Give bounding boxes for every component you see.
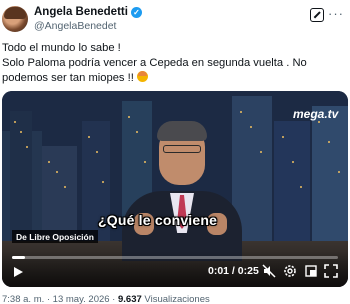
time-display: 0:01 / 0:25 xyxy=(208,265,259,277)
verified-badge-icon: ✓ xyxy=(130,6,142,18)
views-count: 9.637 xyxy=(118,294,142,304)
tweet-line-2: Solo Paloma podría vencer a Cepeda en se… xyxy=(2,56,346,86)
grok-icon[interactable] xyxy=(310,8,324,22)
video-player[interactable]: mega.tv ¿Qué le conviene De Libre Oposic… xyxy=(2,91,348,287)
avatar[interactable] xyxy=(2,6,28,32)
tweet-line-2-text: Solo Paloma podría vencer a Cepeda en se… xyxy=(2,57,307,84)
expand-icon[interactable] xyxy=(304,264,318,278)
progress-bar[interactable] xyxy=(12,256,338,259)
play-icon[interactable] xyxy=(14,267,23,277)
lower-third-text: De Libre Oposición xyxy=(16,231,94,242)
channel-logo: mega.tv xyxy=(293,107,339,121)
settings-icon[interactable] xyxy=(283,264,297,278)
tweet-line-1: Todo el mundo lo sabe ! xyxy=(2,42,121,54)
more-icon[interactable]: ··· xyxy=(328,6,344,21)
facepalm-emoji-icon xyxy=(136,71,148,82)
tweet-text: Todo el mundo lo sabe ! Solo Paloma podr… xyxy=(2,41,346,86)
video-controls: 0:01 / 0:25 xyxy=(2,251,348,287)
progress-fill xyxy=(12,256,26,259)
presenter-hair xyxy=(157,121,207,141)
author-name-row[interactable]: Angela Benedetti ✓ xyxy=(34,6,142,18)
author-name[interactable]: Angela Benedetti xyxy=(34,6,128,18)
presenter-glasses xyxy=(163,145,201,153)
mute-icon[interactable] xyxy=(262,264,276,278)
tweet-footer: 7:38 a. m. · 13 may. 2026 · 9.637 Visual… xyxy=(2,294,210,304)
views-label: Visualizaciones xyxy=(144,294,210,304)
tweet-header: Angela Benedetti ✓ @AngelaBenedet ··· xyxy=(2,4,348,34)
author-handle[interactable]: @AngelaBenedet xyxy=(34,20,116,32)
lower-third: De Libre Oposición xyxy=(12,230,98,243)
fullscreen-icon[interactable] xyxy=(324,264,338,278)
video-caption: ¿Qué le conviene xyxy=(98,212,218,228)
tweet-timestamp[interactable]: 7:38 a. m. · 13 may. 2026 · xyxy=(2,294,115,304)
